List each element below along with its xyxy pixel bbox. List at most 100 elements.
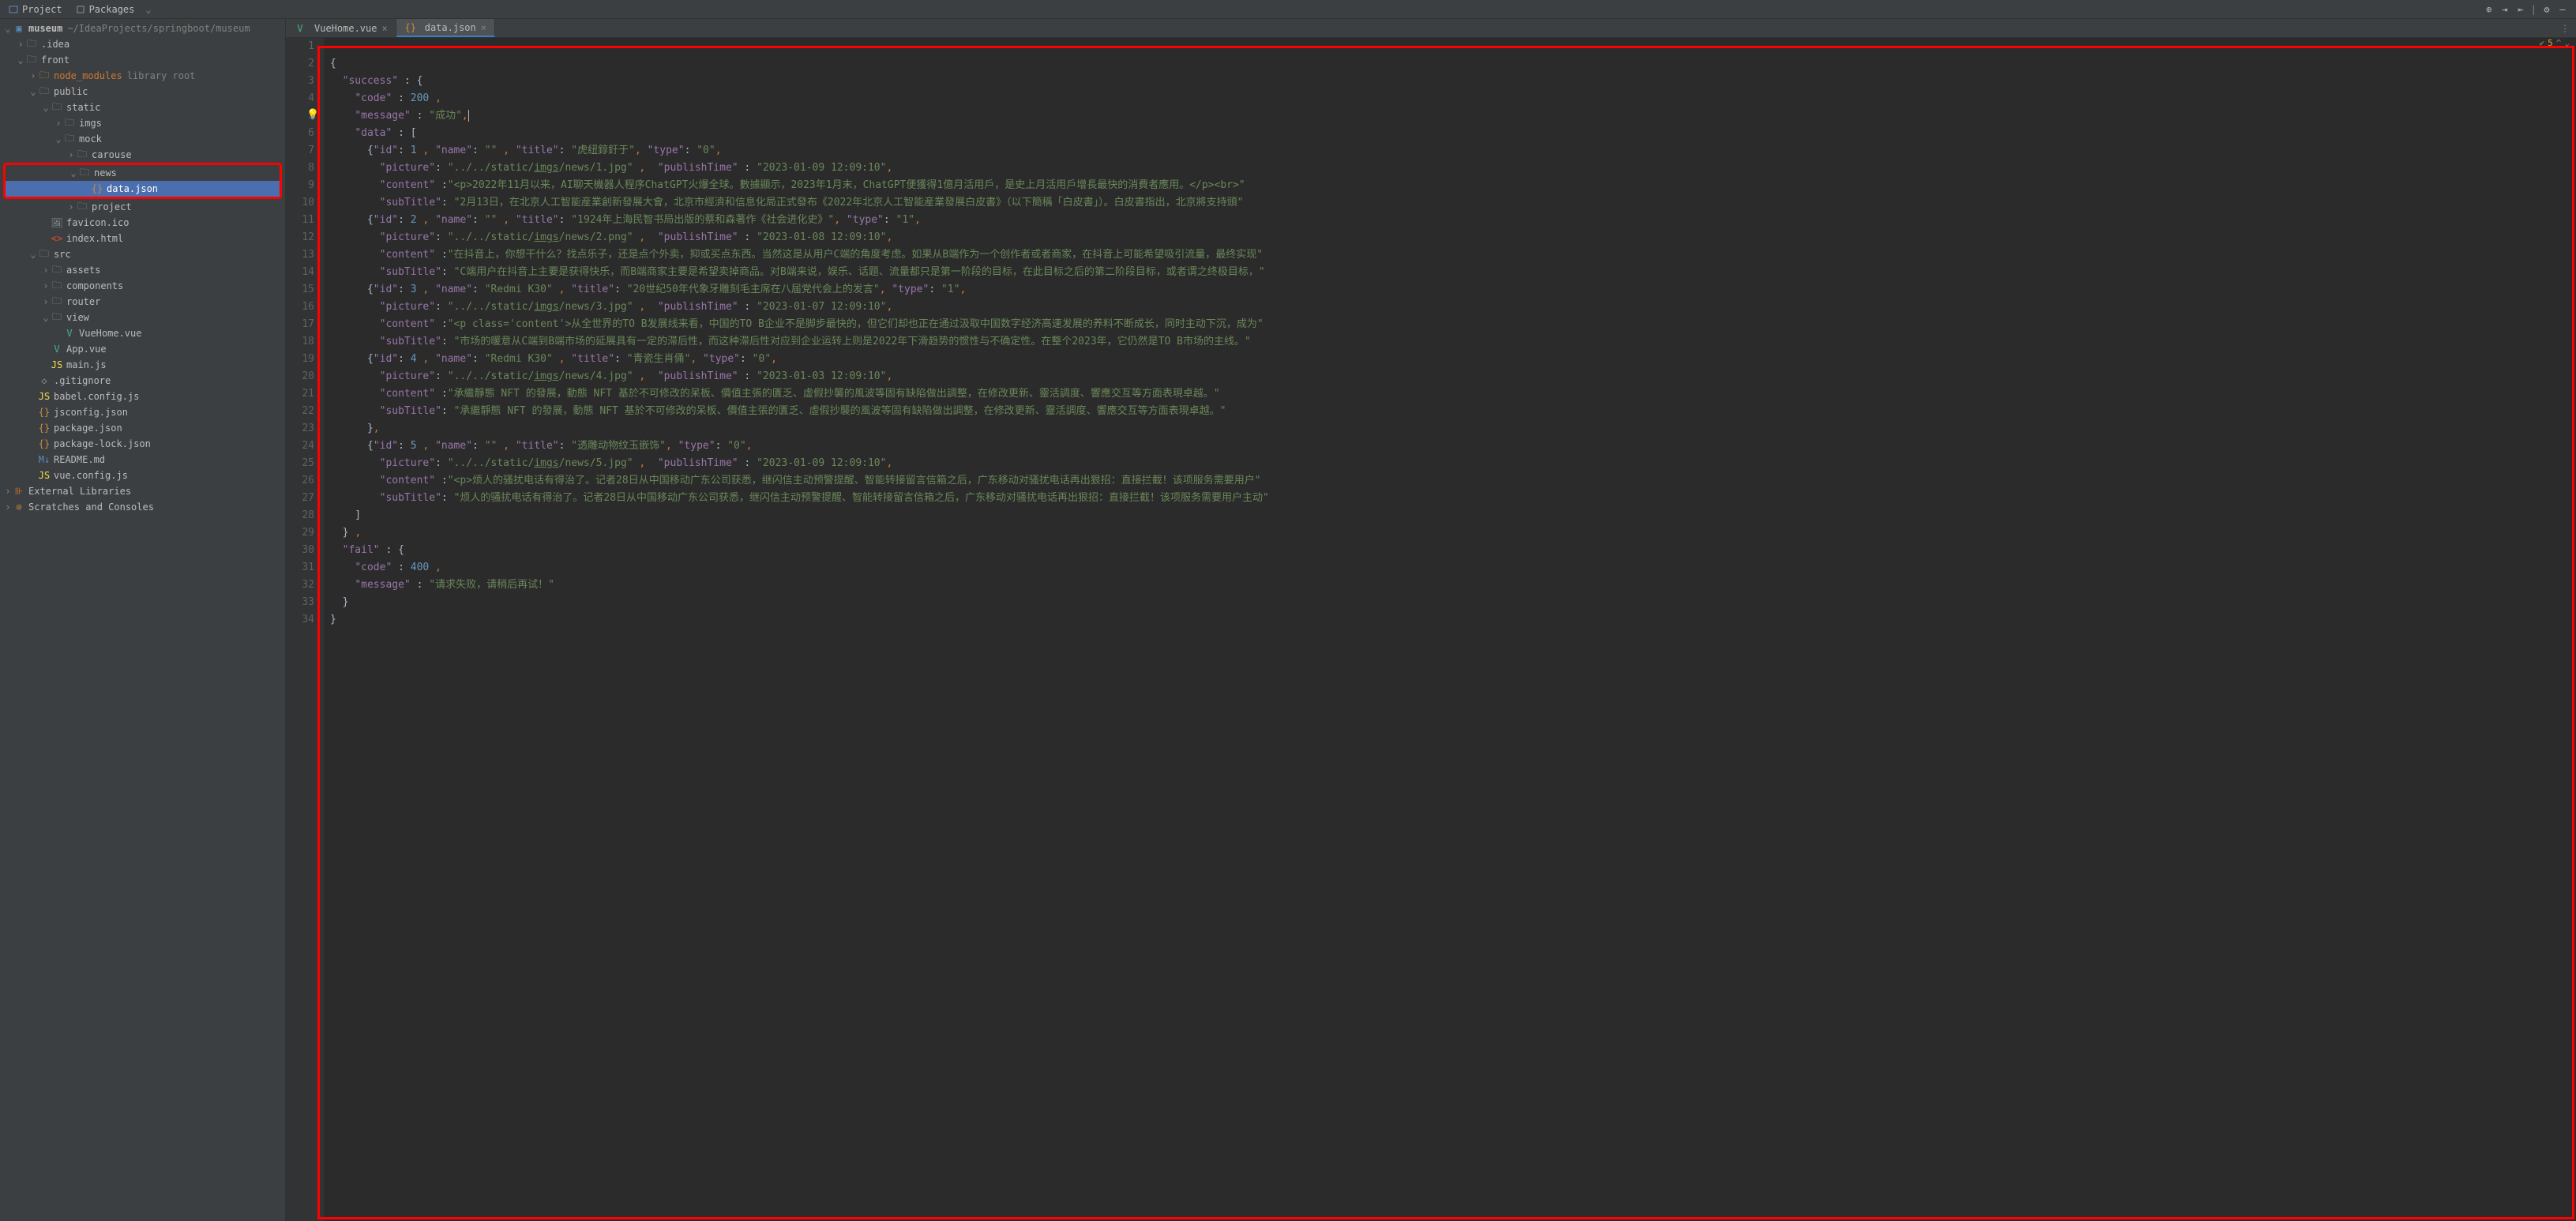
chevron-down-icon[interactable]: ⌄ — [145, 4, 151, 15]
project-tab[interactable]: Project — [3, 2, 67, 17]
json-file-icon: {} — [38, 422, 51, 434]
close-icon[interactable]: × — [481, 22, 486, 33]
tree-main-js[interactable]: JS main.js — [0, 357, 285, 373]
chevron-down-icon: ⌄ — [54, 133, 63, 145]
tree-vue-config[interactable]: JS vue.config.js — [0, 468, 285, 483]
tree-mock[interactable]: ⌄ 🗀 mock — [0, 131, 285, 147]
folder-icon: 🗀 — [25, 54, 38, 66]
tree-scratches[interactable]: › ⊙ Scratches and Consoles — [0, 499, 285, 515]
json-file-icon: {} — [91, 182, 103, 195]
chevron-down-icon: ⌄ — [28, 86, 38, 97]
editor-tabs: V VueHome.vue × {} data.json × ⋮ — [286, 19, 2576, 38]
library-icon: ⊪ — [13, 485, 25, 498]
chevron-down-icon: ⌄ — [28, 249, 38, 260]
tree-components[interactable]: › 🗀 components — [0, 278, 285, 294]
tree-front[interactable]: ⌄ 🗀 front — [0, 52, 285, 68]
tree-imgs[interactable]: › 🗀 imgs — [0, 115, 285, 131]
folder-icon: 🗀 — [63, 117, 76, 130]
chevron-right-icon: › — [66, 201, 76, 212]
html-file-icon: <> — [51, 232, 63, 245]
tree-router[interactable]: › 🗀 router — [0, 294, 285, 310]
chevron-down-icon: ⌄ — [69, 167, 78, 178]
chevron-down-icon: ⌄ — [41, 102, 51, 113]
line-gutter: 1234567891011121314151617181920212223242… — [286, 38, 324, 1221]
chevron-right-icon: › — [41, 265, 51, 276]
chevron-right-icon: › — [3, 486, 13, 497]
markdown-file-icon: M↓ — [38, 453, 51, 466]
tree-project-folder[interactable]: › 🗀 project — [0, 199, 285, 215]
tree-data-json[interactable]: {} data.json — [6, 181, 280, 197]
folder-icon: 🗀 — [25, 38, 38, 51]
chevron-icon: ⌄ — [2564, 38, 2570, 48]
chevron-right-icon: › — [54, 118, 63, 129]
tab-data-json[interactable]: {} data.json × — [396, 19, 495, 37]
tree-public[interactable]: ⌄ 🗀 public — [0, 84, 285, 100]
chevron-right-icon: › — [28, 70, 38, 81]
tree-gitignore[interactable]: ◇ .gitignore — [0, 373, 285, 389]
tree-idea[interactable]: › 🗀 .idea — [0, 36, 285, 52]
file-icon: ◇ — [38, 374, 51, 387]
gear-icon[interactable]: ⚙ — [2541, 4, 2552, 15]
tree-vuehome[interactable]: V VueHome.vue — [0, 325, 285, 341]
code-editor[interactable]: 1234567891011121314151617181920212223242… — [286, 38, 2576, 1221]
folder-icon: 🗀 — [51, 101, 63, 114]
module-icon: ▣ — [13, 22, 25, 35]
tree-assets[interactable]: › 🗀 assets — [0, 262, 285, 278]
problems-indicator[interactable]: ✔ 5 ^ ⌄ — [2540, 38, 2570, 48]
packages-icon — [75, 4, 86, 15]
tree-carouse[interactable]: › 🗀 carouse — [0, 147, 285, 163]
tree-readme[interactable]: M↓ README.md — [0, 452, 285, 468]
chevron-right-icon: › — [66, 149, 76, 160]
tree-favicon[interactable]: 🖼 favicon.ico — [0, 215, 285, 231]
tab-vuehome[interactable]: V VueHome.vue × — [286, 19, 396, 37]
vue-file-icon: V — [63, 327, 76, 340]
tree-package-json[interactable]: {} package.json — [0, 420, 285, 436]
tree-external-libraries[interactable]: › ⊪ External Libraries — [0, 483, 285, 499]
chevron-down-icon: ⌄ — [3, 23, 13, 34]
tree-babel[interactable]: JS babel.config.js — [0, 389, 285, 404]
folder-icon: 🗀 — [38, 248, 51, 261]
folder-icon: 🗀 — [76, 148, 88, 161]
target-icon[interactable]: ⊕ — [2484, 4, 2495, 15]
library-folder-icon: 🗀 — [38, 70, 51, 82]
tree-root[interactable]: ⌄ ▣ museum ~/IdeaProjects/springboot/mus… — [0, 21, 285, 36]
tree-app-vue[interactable]: V App.vue — [0, 341, 285, 357]
expand-icon[interactable]: ⇥ — [2499, 4, 2510, 15]
js-file-icon: JS — [38, 469, 51, 482]
main-area: ⌄ ▣ museum ~/IdeaProjects/springboot/mus… — [0, 19, 2576, 1221]
project-tree: ⌄ ▣ museum ~/IdeaProjects/springboot/mus… — [0, 19, 286, 1221]
json-file-icon: {} — [38, 406, 51, 419]
chevron-right-icon: › — [41, 280, 51, 291]
tree-src[interactable]: ⌄ 🗀 src — [0, 246, 285, 262]
js-file-icon: JS — [51, 359, 63, 371]
vue-file-icon: V — [51, 343, 63, 355]
tree-index-html[interactable]: <> index.html — [0, 231, 285, 246]
collapse-icon[interactable]: ⇤ — [2515, 4, 2526, 15]
folder-icon: 🗀 — [51, 264, 63, 276]
tree-jsconfig[interactable]: {} jsconfig.json — [0, 404, 285, 420]
top-toolbar: Project Packages ⌄ ⊕ ⇥ ⇤ | ⚙ — — [0, 0, 2576, 19]
json-file-icon: {} — [38, 438, 51, 450]
tree-node-modules[interactable]: › 🗀 node_modules library root — [0, 68, 285, 84]
project-label: Project — [22, 4, 62, 15]
bulb-icon[interactable]: 💡 — [306, 109, 319, 121]
tree-static[interactable]: ⌄ 🗀 static — [0, 100, 285, 115]
image-file-icon: 🖼 — [51, 216, 63, 229]
more-icon[interactable]: ⋮ — [2560, 23, 2570, 34]
chevron-right-icon: › — [41, 296, 51, 307]
tree-view[interactable]: ⌄ 🗀 view — [0, 310, 285, 325]
folder-icon: 🗀 — [51, 280, 63, 292]
chevron-down-icon: ⌄ — [16, 54, 25, 66]
close-icon[interactable]: × — [381, 23, 387, 34]
check-icon: ✔ — [2540, 38, 2545, 48]
folder-icon: 🗀 — [51, 295, 63, 308]
chevron-right-icon: › — [16, 39, 25, 50]
packages-tab[interactable]: Packages — [70, 2, 140, 17]
tree-news[interactable]: ⌄ 🗀 news — [6, 165, 280, 181]
scratches-icon: ⊙ — [13, 501, 25, 513]
chevron-right-icon: › — [3, 502, 13, 513]
chevron-down-icon: ⌄ — [41, 312, 51, 323]
hide-icon[interactable]: — — [2557, 4, 2568, 15]
tree-package-lock[interactable]: {} package-lock.json — [0, 436, 285, 452]
chevron-icon: ^ — [2556, 38, 2562, 48]
